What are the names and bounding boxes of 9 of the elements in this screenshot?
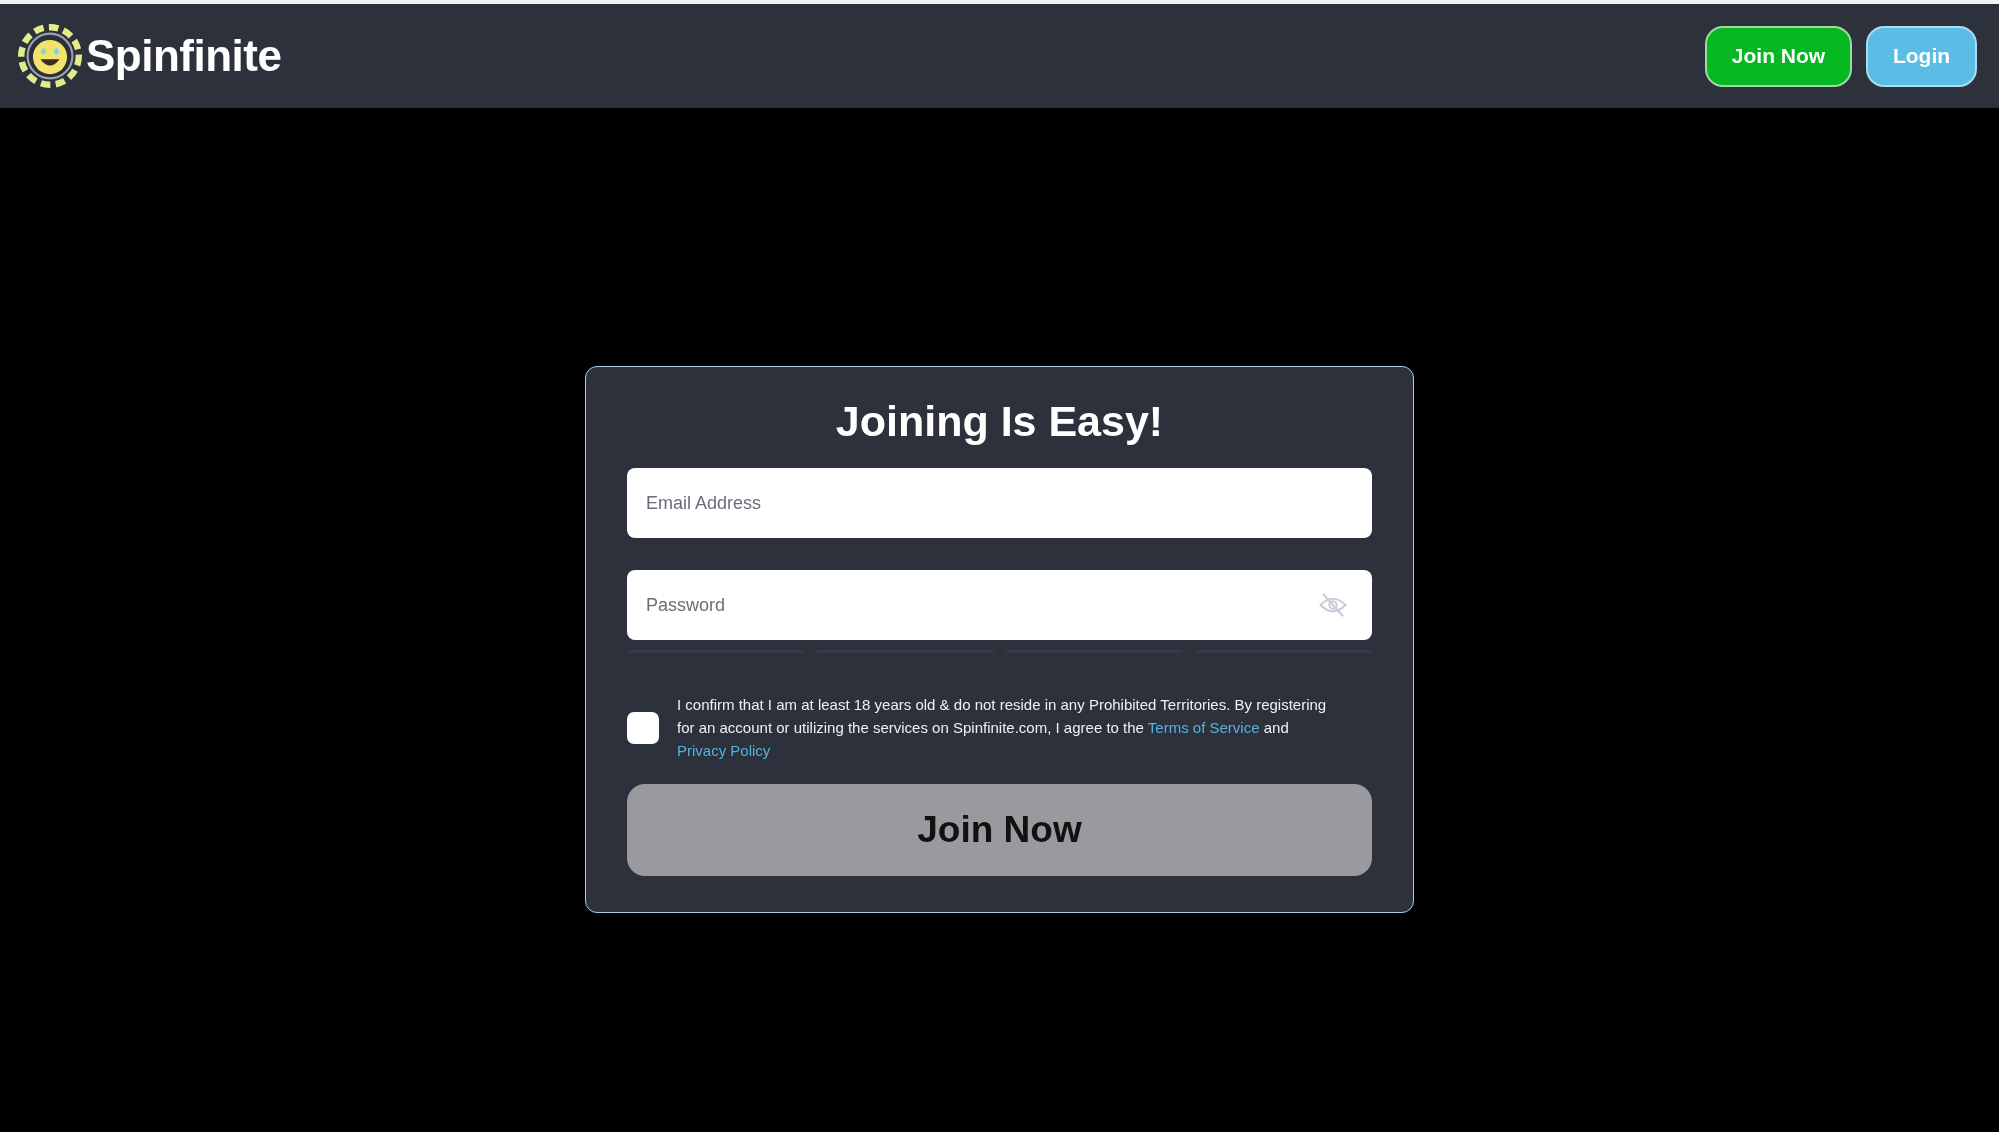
form-title: Joining Is Easy!	[834, 397, 1165, 446]
password-field[interactable]: Password	[627, 570, 1372, 640]
consent-checkbox[interactable]	[627, 711, 659, 744]
consent-text: I confirm that I am at least 18 years old & do not reside in any Prohibited Territories. By registering for an account or utilizing the services on Spinfinite.com, I agree to the Terms of Service and Privacy Policy	[677, 695, 1328, 761]
email-field[interactable]: Email Address	[627, 468, 1372, 538]
smiley-logo-icon	[18, 24, 82, 88]
brand-name[interactable]: Spinfinite	[86, 31, 282, 81]
policy-link[interactable]: Privacy Policy	[677, 742, 771, 759]
policy-link[interactable]: Terms of Service	[1147, 719, 1260, 736]
